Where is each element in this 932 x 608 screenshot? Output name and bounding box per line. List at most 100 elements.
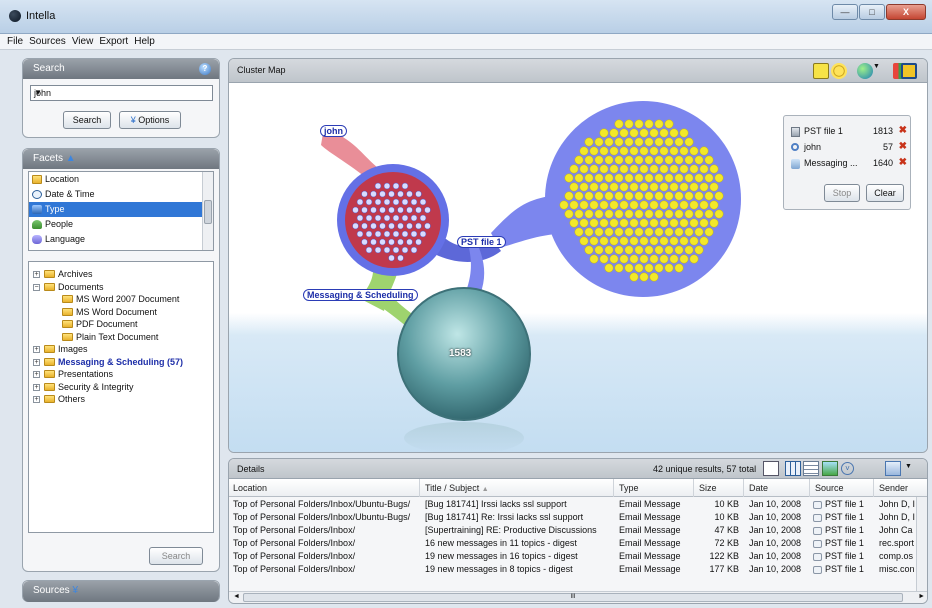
column-size[interactable]: Size xyxy=(699,483,717,493)
search-button[interactable]: Search xyxy=(63,111,111,129)
maximize-button[interactable]: □ xyxy=(859,4,885,20)
expand-icon[interactable]: + xyxy=(33,371,40,378)
tree-item-plain-text[interactable]: Plain Text Document xyxy=(29,331,213,344)
tree-item-documents[interactable]: − Documents xyxy=(29,281,213,294)
table-row[interactable]: Top of Personal Folders/Inbox/Ubuntu-Bug… xyxy=(229,512,917,524)
dropdown-arrow-icon[interactable]: ▼ xyxy=(873,63,881,79)
menu-export[interactable]: Export xyxy=(96,34,131,49)
options-button[interactable]: ¥ Options xyxy=(119,111,181,129)
tree-label: Messaging & Scheduling (57) xyxy=(58,356,184,367)
tree-item-ms-word[interactable]: MS Word Document xyxy=(29,306,213,319)
dropdown-arrow-icon[interactable]: ▼ xyxy=(905,463,912,470)
menu-sources[interactable]: Sources xyxy=(26,34,69,49)
expand-icon[interactable]: + xyxy=(33,396,40,403)
item-dot xyxy=(383,246,391,254)
columns-icon[interactable] xyxy=(885,461,901,476)
tree-view-icon[interactable] xyxy=(763,461,779,476)
remove-icon[interactable]: ✖ xyxy=(899,157,907,168)
facet-item-type[interactable]: Type xyxy=(29,202,213,217)
column-title-subject[interactable]: Title / Subject ▲ xyxy=(425,483,489,493)
facet-item-date-time[interactable]: Date & Time xyxy=(29,187,213,202)
chevron-down-icon[interactable]: ˅ xyxy=(841,462,854,475)
tree-item-messaging[interactable]: + Messaging & Scheduling (57) xyxy=(29,356,213,369)
expand-icon[interactable]: + xyxy=(33,383,40,391)
help-icon[interactable]: ? xyxy=(199,63,211,75)
stop-button[interactable]: Stop xyxy=(824,184,860,202)
label-messaging-scheduling[interactable]: Messaging & Scheduling xyxy=(303,289,418,301)
expand-icon[interactable]: + xyxy=(33,358,40,366)
dropdown-arrow-icon[interactable]: ▼ xyxy=(34,88,209,97)
minimize-button[interactable]: — xyxy=(832,4,858,20)
cluster-map-canvas[interactable]: john PST file 1 Messaging & Scheduling 1… xyxy=(229,83,927,452)
timeline-icon[interactable] xyxy=(831,63,847,79)
close-button[interactable]: X xyxy=(886,4,926,20)
facet-list-scrollbar[interactable] xyxy=(202,172,213,250)
table-view-icon[interactable] xyxy=(785,461,801,476)
facets-panel-header[interactable]: Facets ▲ xyxy=(23,149,219,169)
thumbnail-view-icon[interactable] xyxy=(822,461,838,476)
menu-view[interactable]: View xyxy=(69,34,97,49)
scrollbar-thumb[interactable]: III xyxy=(243,593,903,602)
legend-row-messaging[interactable]: Messaging ... 1640 ✖ xyxy=(791,157,907,170)
remove-icon[interactable]: ✖ xyxy=(899,141,907,152)
remove-icon[interactable]: ✖ xyxy=(899,125,907,136)
sources-panel-header[interactable]: Sources ¥ xyxy=(23,581,219,602)
list-view-icon[interactable] xyxy=(803,461,819,476)
tree-item-ms-word-2007[interactable]: MS Word 2007 Document xyxy=(29,293,213,306)
scroll-right-icon[interactable]: ► xyxy=(918,593,925,600)
item-dot xyxy=(599,128,609,138)
label-pst-file-1[interactable]: PST file 1 xyxy=(457,236,506,248)
expand-icon[interactable]: + xyxy=(33,346,40,353)
legend-row-john[interactable]: john 57 ✖ xyxy=(791,141,907,154)
expand-icon[interactable]: + xyxy=(33,271,40,278)
column-location[interactable]: Location xyxy=(233,483,267,493)
tree-item-archives[interactable]: + Archives xyxy=(29,268,213,281)
cluster-view-icon[interactable] xyxy=(813,63,829,79)
table-row[interactable]: Top of Personal Folders/Inbox/19 new mes… xyxy=(229,551,917,563)
facet-search-button[interactable]: Search xyxy=(149,547,203,565)
results-table-header: Location Title / Subject ▲ Type Size Dat… xyxy=(229,479,927,497)
label-messaging-count: 1583 xyxy=(449,348,472,359)
column-date[interactable]: Date xyxy=(749,483,768,493)
table-row[interactable]: Top of Personal Folders/Inbox/19 new mes… xyxy=(229,564,917,576)
table-row[interactable]: Top of Personal Folders/Inbox/ [Supertrai… xyxy=(229,525,917,537)
facet-item-location[interactable]: Location xyxy=(29,172,213,187)
collapse-up-icon[interactable]: ▲ xyxy=(66,153,76,164)
table-row[interactable]: Top of Personal Folders/Inbox/Ubuntu-Bug… xyxy=(229,499,917,511)
menu-help[interactable]: Help xyxy=(131,34,158,49)
globe-icon[interactable] xyxy=(857,63,873,79)
item-dot xyxy=(644,173,654,183)
table-cell: Email Message xyxy=(619,525,681,535)
table-horizontal-scrollbar[interactable]: ◄ III ► xyxy=(229,591,927,603)
column-type[interactable]: Type xyxy=(619,483,639,493)
item-dot xyxy=(424,206,431,214)
item-dot xyxy=(699,164,709,174)
column-sender[interactable]: Sender xyxy=(879,483,908,493)
search-input[interactable]: john ▼ xyxy=(30,85,213,101)
fullscreen-icon[interactable] xyxy=(901,63,917,79)
clear-button[interactable]: Clear xyxy=(866,184,904,202)
chevron-down-icon[interactable]: ¥ xyxy=(72,585,78,596)
tree-item-security[interactable]: + Security & Integrity xyxy=(29,381,213,394)
legend-row-pst[interactable]: PST file 1 1813 ✖ xyxy=(791,125,907,138)
tree-item-images[interactable]: + Images xyxy=(29,343,213,356)
folder-icon xyxy=(62,295,73,303)
facet-item-language[interactable]: Language xyxy=(29,232,213,247)
item-dot xyxy=(704,191,714,201)
menu-file[interactable]: File xyxy=(4,34,26,49)
tree-item-presentations[interactable]: + Presentations xyxy=(29,368,213,381)
item-dot xyxy=(639,200,649,210)
tree-item-others[interactable]: + Others xyxy=(29,393,213,406)
label-john[interactable]: john xyxy=(320,125,347,137)
scrollbar-thumb[interactable] xyxy=(204,200,212,224)
table-row[interactable]: Top of Personal Folders/Inbox/16 new mes… xyxy=(229,538,917,550)
table-vertical-scrollbar[interactable] xyxy=(916,497,927,593)
collapse-icon[interactable]: − xyxy=(33,283,40,291)
facet-item-people[interactable]: People xyxy=(29,217,213,232)
column-source[interactable]: Source xyxy=(815,483,844,493)
item-dot xyxy=(584,155,594,165)
scroll-left-icon[interactable]: ◄ xyxy=(233,593,240,600)
item-dot xyxy=(579,164,589,174)
tree-item-pdf[interactable]: PDF Document xyxy=(29,318,213,331)
item-dot xyxy=(699,182,709,192)
